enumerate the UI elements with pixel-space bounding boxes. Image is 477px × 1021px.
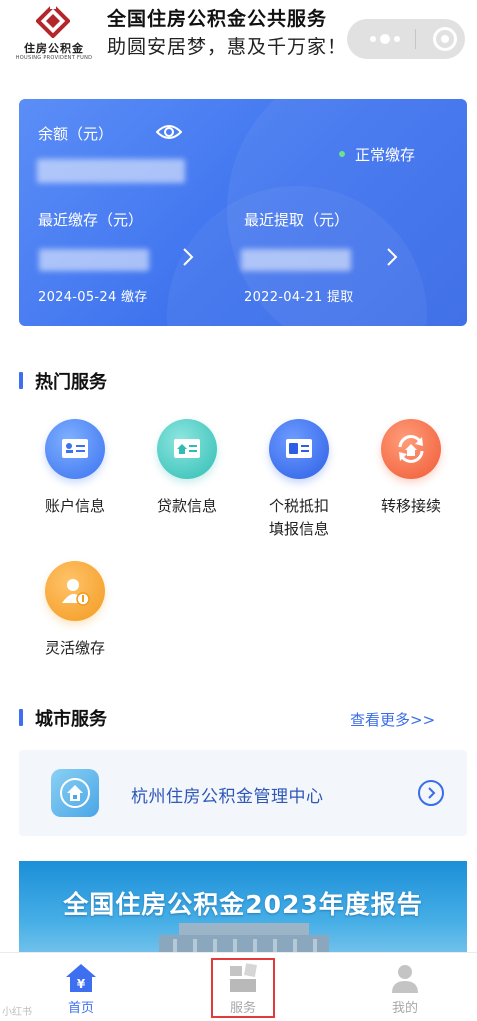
recent-deposit-label: 最近缴存（元） <box>38 211 144 229</box>
recent-deposit-value-masked <box>39 249 149 271</box>
tab-mine[interactable]: 我的 <box>345 953 465 1021</box>
banner-title: 全国住房公积金2023年度报告 <box>63 890 423 919</box>
capsule-divider <box>415 29 416 49</box>
home-icon: ¥ <box>66 964 96 992</box>
loan-card-icon <box>157 419 217 479</box>
transfer-icon <box>381 419 441 479</box>
housing-fund-logo: 住房公积金 HOUSING PROVIDENT FUND <box>14 2 94 66</box>
service-flexible-deposit[interactable]: 灵活缴存 <box>25 561 125 660</box>
logo-mark-icon <box>36 4 70 38</box>
close-miniprogram-icon[interactable] <box>433 27 457 51</box>
user-icon <box>392 965 418 993</box>
city-service-name: 杭州住房公积金管理中心 <box>131 787 324 807</box>
balance-value-masked <box>37 159 185 183</box>
flexible-deposit-icon <box>45 561 105 621</box>
more-menu-icon[interactable] <box>365 27 405 51</box>
city-service-item[interactable]: 杭州住房公积金管理中心 <box>19 750 467 836</box>
service-label: 灵活缴存 <box>44 639 105 657</box>
account-status: 正常缴存 <box>339 144 416 165</box>
app-header: 住房公积金 HOUSING PROVIDENT FUND 全国住房公积金公共服务… <box>0 0 477 70</box>
recent-withdraw-value-masked <box>241 249 351 271</box>
deposit-date: 2024-05-24 缴存 <box>38 290 148 305</box>
svg-text:¥: ¥ <box>77 977 86 991</box>
miniprogram-capsule <box>347 19 465 59</box>
tab-label: 首页 <box>67 1001 94 1016</box>
tab-home[interactable]: ¥ 首页 <box>21 953 141 1021</box>
balance-label: 余额（元） <box>38 125 114 143</box>
page-title: 全国住房公积金公共服务 <box>107 8 328 30</box>
hot-services-title: 热门服务 <box>19 368 107 394</box>
highlight-box <box>211 958 275 1018</box>
service-transfer[interactable]: 转移接续 <box>361 419 461 518</box>
tab-label: 我的 <box>391 1001 418 1016</box>
chevron-right-icon[interactable] <box>385 247 399 267</box>
chevron-right-circle-icon[interactable] <box>418 780 444 806</box>
page-slogan: 助圆安居梦，惠及千万家！ <box>107 36 348 58</box>
watermark-text: 小红书 <box>2 1007 32 1018</box>
service-tax-deduction[interactable]: 个税抵扣 填报信息 <box>249 419 349 541</box>
logo-subtext: HOUSING PROVIDENT FUND <box>15 55 93 61</box>
withdraw-date: 2022-04-21 提取 <box>244 290 354 305</box>
service-label: 贷款信息 <box>156 497 217 515</box>
housing-fund-center-icon <box>51 769 99 817</box>
logo-text: 住房公积金 <box>24 42 84 55</box>
status-label: 正常缴存 <box>355 146 416 164</box>
view-more-link[interactable]: 查看更多>> <box>350 709 435 730</box>
id-card-icon <box>45 419 105 479</box>
status-dot-icon <box>339 151 345 157</box>
service-account-info[interactable]: 账户信息 <box>25 419 125 518</box>
service-label: 个税抵扣 填报信息 <box>268 497 329 538</box>
service-label: 账户信息 <box>44 497 105 515</box>
recent-withdraw-label: 最近提取（元） <box>244 211 350 229</box>
service-loan-info[interactable]: 贷款信息 <box>137 419 237 518</box>
balance-card: 余额（元） 正常缴存 最近缴存（元） 2024-05-24 缴存 最近提取（元）… <box>19 99 467 326</box>
chevron-right-icon[interactable] <box>181 247 195 267</box>
service-label: 转移接续 <box>380 497 441 515</box>
tax-card-icon <box>269 419 329 479</box>
annual-report-banner[interactable]: 全国住房公积金2023年度报告 <box>19 861 467 961</box>
city-services-title: 城市服务 <box>19 705 107 731</box>
eye-icon[interactable] <box>156 123 182 141</box>
